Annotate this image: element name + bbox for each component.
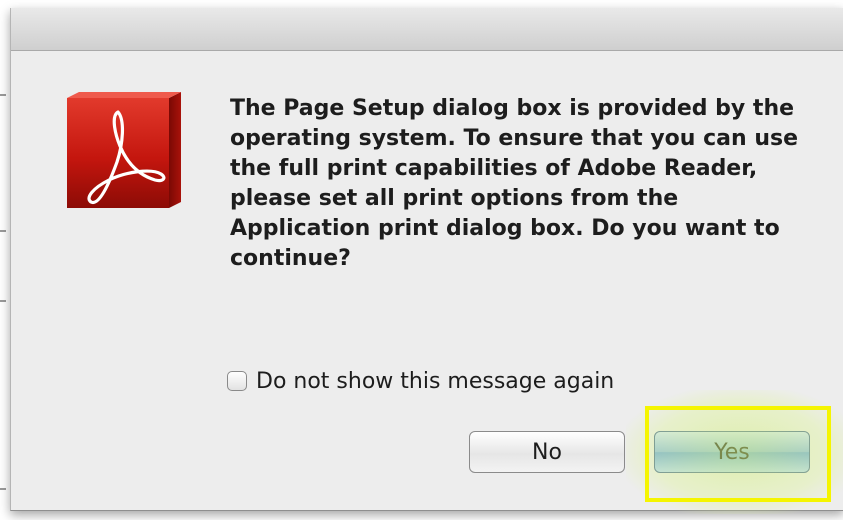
- no-button[interactable]: No: [469, 431, 625, 473]
- dont-show-again-checkbox[interactable]: [227, 371, 247, 391]
- background-window-edge: [0, 0, 10, 520]
- dont-show-again-row[interactable]: Do not show this message again: [227, 367, 614, 395]
- adobe-reader-icon: [67, 92, 181, 208]
- alert-dialog: The Page Setup dialog box is provided by…: [10, 8, 843, 514]
- yes-button[interactable]: Yes: [654, 431, 810, 473]
- background-tick: [0, 94, 6, 96]
- background-tick: [0, 488, 6, 490]
- dont-show-again-label[interactable]: Do not show this message again: [256, 369, 614, 394]
- background-tick: [0, 230, 6, 232]
- dialog-titlebar[interactable]: [11, 8, 843, 51]
- background-tick: [0, 300, 6, 302]
- screen: The Page Setup dialog box is provided by…: [0, 0, 843, 520]
- dialog-message: The Page Setup dialog box is provided by…: [230, 96, 799, 271]
